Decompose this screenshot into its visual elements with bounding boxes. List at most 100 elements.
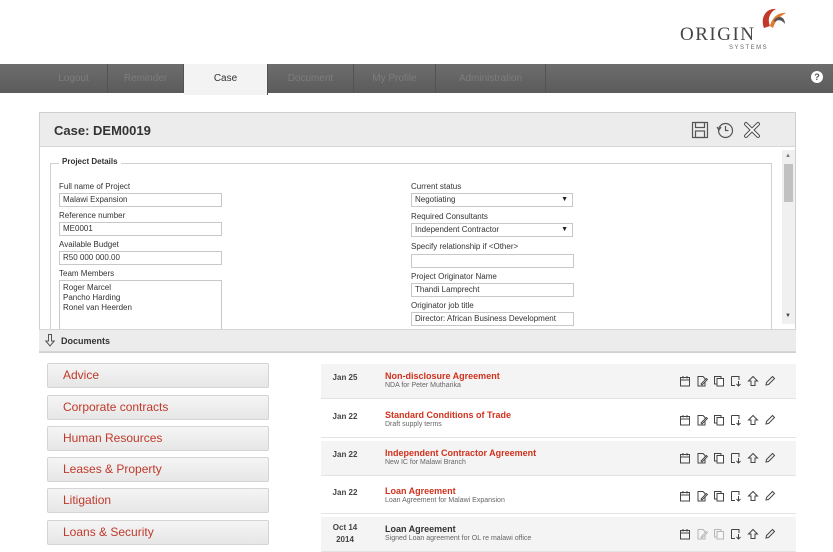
copy-document-icon[interactable]: [713, 528, 725, 540]
category-corporate-contracts[interactable]: Corporate contracts: [47, 395, 269, 420]
current-status-value: Negotiating: [415, 195, 456, 204]
edit-document-icon[interactable]: [696, 490, 708, 502]
document-title[interactable]: Loan Agreement: [385, 524, 456, 534]
origin-systems-logo: ORIGIN SYSTEMS: [676, 6, 792, 52]
case-panel: Case: DEM0019 Project Details Full name …: [39, 112, 796, 353]
calendar-icon[interactable]: [679, 490, 691, 502]
pencil-icon[interactable]: [764, 375, 776, 387]
history-clock-icon[interactable]: [716, 121, 734, 139]
tab-case[interactable]: Case: [184, 64, 268, 95]
dropdown-arrow-icon: ▼: [561, 196, 568, 203]
download-document-icon[interactable]: [730, 528, 742, 540]
document-row[interactable]: Jan 22 Loan Agreement Loan Agreement for…: [321, 479, 796, 514]
document-row[interactable]: Jan 22 Standard Conditions of Trade Draf…: [321, 403, 796, 438]
current-status-select[interactable]: Negotiating ▼: [411, 193, 573, 207]
documents-header[interactable]: Documents: [39, 329, 796, 352]
budget-input[interactable]: R50 000 000.00: [59, 251, 222, 265]
relationship-input[interactable]: [411, 254, 574, 268]
pencil-icon[interactable]: [764, 528, 776, 540]
download-document-icon[interactable]: [730, 452, 742, 464]
document-date: Jan 22: [332, 412, 358, 421]
document-title[interactable]: Loan Agreement: [385, 486, 456, 496]
tab-logout[interactable]: Logout: [40, 64, 108, 93]
scroll-down-arrow-icon[interactable]: ▼: [785, 313, 791, 319]
document-row[interactable]: Oct 14 2014 Loan Agreement Signed Loan a…: [321, 517, 796, 552]
brand-name: ORIGIN: [680, 24, 756, 45]
documents-title: Documents: [61, 336, 111, 346]
originator-name-input[interactable]: Thandi Lamprecht: [411, 283, 574, 297]
calendar-icon[interactable]: [679, 414, 691, 426]
copy-document-icon[interactable]: [713, 452, 725, 464]
case-title: Case: DEM0019: [54, 123, 151, 138]
document-date: Oct 14 2014: [332, 523, 358, 544]
document-date: Jan 22: [332, 450, 358, 459]
reference-number-label: Reference number: [59, 211, 126, 220]
details-scrollbar[interactable]: ▲ ▼: [782, 150, 795, 324]
dropdown-arrow-icon: ▼: [561, 226, 568, 233]
upload-icon[interactable]: [747, 490, 759, 502]
logo-swirl-icon: [762, 8, 786, 28]
project-name-label: Full name of Project: [59, 182, 131, 191]
originator-title-input[interactable]: Director: African Business Development: [411, 312, 574, 326]
category-leases-property[interactable]: Leases & Property: [47, 457, 269, 482]
pencil-icon[interactable]: [764, 414, 776, 426]
team-member: Roger Marcel: [63, 283, 112, 292]
download-document-icon[interactable]: [730, 414, 742, 426]
scroll-thumb[interactable]: [784, 164, 793, 202]
document-description: Loan Agreement for Malawi Expansion: [385, 497, 505, 504]
edit-document-icon[interactable]: [696, 375, 708, 387]
category-litigation[interactable]: Litigation: [47, 488, 269, 513]
calendar-icon[interactable]: [679, 528, 691, 540]
team-members-textarea[interactable]: Roger Marcel Pancho Harding Ronel van He…: [59, 280, 222, 330]
project-details-fieldset: Project Details Full name of Project Mal…: [50, 157, 772, 330]
calendar-icon[interactable]: [679, 452, 691, 464]
document-date: Jan 22: [332, 488, 358, 497]
tab-document[interactable]: Document: [268, 64, 354, 93]
team-member: Ronel van Heerden: [63, 303, 132, 312]
section-legend: Project Details: [59, 157, 121, 166]
upload-icon[interactable]: [747, 452, 759, 464]
project-name-input[interactable]: Malawi Expansion: [59, 193, 222, 207]
tab-reminder[interactable]: Reminder: [108, 64, 184, 93]
copy-document-icon[interactable]: [713, 414, 725, 426]
upload-icon[interactable]: [747, 528, 759, 540]
document-row[interactable]: Jan 22 Independent Contractor Agreement …: [321, 441, 796, 476]
upload-icon[interactable]: [747, 414, 759, 426]
help-icon[interactable]: ?: [811, 71, 823, 83]
tab-administration[interactable]: Administration: [436, 64, 546, 93]
download-document-icon[interactable]: [730, 375, 742, 387]
download-document-icon[interactable]: [730, 490, 742, 502]
calendar-icon[interactable]: [679, 375, 691, 387]
budget-label: Available Budget: [59, 240, 119, 249]
pencil-icon[interactable]: [764, 452, 776, 464]
edit-document-icon[interactable]: [696, 414, 708, 426]
save-icon[interactable]: [691, 121, 709, 139]
category-advice[interactable]: Advice: [47, 363, 269, 388]
document-row[interactable]: Jan 25 Non-disclosure Agreement NDA for …: [321, 364, 796, 399]
edit-document-icon[interactable]: [696, 452, 708, 464]
close-icon[interactable]: [743, 121, 761, 139]
category-loans-security[interactable]: Loans & Security: [47, 520, 269, 545]
pencil-icon[interactable]: [764, 490, 776, 502]
copy-document-icon[interactable]: [713, 375, 725, 387]
team-members-label: Team Members: [59, 269, 115, 278]
originator-name-label: Project Originator Name: [411, 272, 497, 281]
consultants-value: Independent Contractor: [415, 225, 500, 234]
document-description: New IC for Malawi Branch: [385, 459, 466, 466]
scroll-up-arrow-icon[interactable]: ▲: [785, 153, 791, 159]
consultants-select[interactable]: Independent Contractor ▼: [411, 223, 573, 237]
document-date: Jan 25: [332, 373, 358, 382]
copy-document-icon[interactable]: [713, 490, 725, 502]
brand-subtitle: SYSTEMS: [729, 45, 769, 51]
document-title[interactable]: Standard Conditions of Trade: [385, 410, 511, 420]
category-human-resources[interactable]: Human Resources: [47, 426, 269, 451]
upload-icon[interactable]: [747, 375, 759, 387]
consultants-label: Required Consultants: [411, 212, 488, 221]
originator-title-label: Originator job title: [411, 301, 474, 310]
document-title[interactable]: Non-disclosure Agreement: [385, 371, 500, 381]
edit-document-icon[interactable]: [696, 528, 708, 540]
tab-my-profile[interactable]: My Profile: [354, 64, 436, 93]
document-title[interactable]: Independent Contractor Agreement: [385, 448, 536, 458]
relationship-label: Specify relationship if <Other>: [411, 242, 519, 251]
reference-number-input[interactable]: ME0001: [59, 222, 222, 236]
